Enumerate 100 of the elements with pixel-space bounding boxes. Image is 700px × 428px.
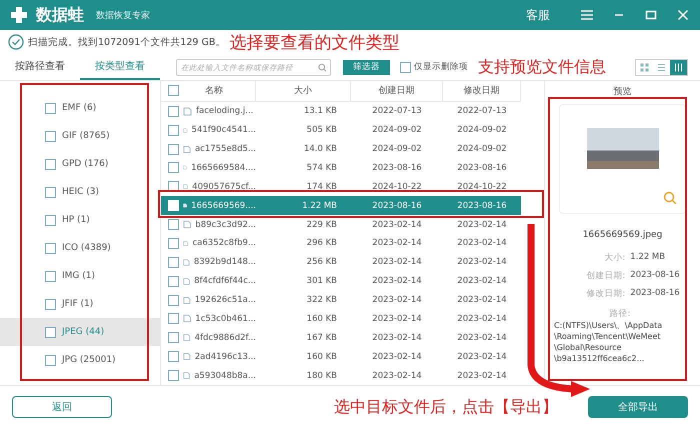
file-size: 322 KB [306,295,337,306]
file-row[interactable]: ac1755e8d5... 14.0 KB 2024-09-02 2024-09-02 [161,140,521,158]
column-header: 名称 [205,84,223,98]
checkbox[interactable] [168,144,179,155]
file-row[interactable]: 541f90c4541... 505 KB 2024-09-02 2024-09-02 [161,120,521,140]
list-view-icon [657,62,666,72]
checkbox[interactable] [45,186,56,198]
app-subtitle: 数据恢复专家 [96,10,151,22]
view-tab[interactable]: 按类型查看 [80,54,160,80]
file-type-item[interactable]: IMG (1) [0,262,160,290]
modified-date: 2023-02-14 [457,295,507,306]
file-row[interactable]: 8f4cfdf6f44c... 301 KB 2023-02-14 2023-02-14 [161,272,521,291]
plus-logo-icon [10,6,28,24]
file-size: 180 KB [306,370,337,381]
file-row[interactable]: 1665669569.... 1.22 MB 2023-08-16 2023-08-16 [161,196,521,216]
file-name: 541f90c4541... [192,125,256,136]
maximize-icon[interactable] [644,8,658,22]
file-row[interactable]: 2ad4196c13... 160 KB 2023-02-14 2023-02-14 [161,347,521,366]
file-row[interactable]: faceloding.j... 13.1 KB 2022-07-13 2022-07-13 [161,102,521,121]
file-type-item[interactable]: EMF (6) [0,94,160,122]
file-type-label: HEIC (3) [62,187,100,197]
file-type-item[interactable]: HP (1) [0,206,160,234]
modified-date: 2023-02-14 [457,238,507,248]
file-name: ac1755e8d5... [194,144,256,154]
checkbox[interactable] [45,326,56,338]
file-name: ca6352c8fb9... [192,238,256,248]
checkbox[interactable] [45,298,56,310]
modified-date: 2024-10-22 [457,182,507,192]
filter-button[interactable]: 筛选器 [343,60,390,74]
file-type-label: EMF (6) [62,103,96,113]
file-row[interactable]: 409057675cf... 174 KB 2024-10-22 2024-10-22 [161,177,521,196]
checkbox[interactable] [168,351,179,362]
modified-date: 2023-02-14 [457,370,507,381]
file-name: 8392b9d148... [194,257,256,268]
file-size: 167 KB [306,332,337,343]
checkbox[interactable] [45,270,56,282]
checkbox[interactable] [400,62,411,72]
checkbox[interactable] [168,124,179,136]
file-type-item[interactable]: GIF (8765) [0,122,160,150]
checkbox[interactable] [168,332,179,344]
file-size: 160 KB [306,352,337,362]
file-row[interactable]: a593048b8a... 180 KB 2023-02-14 2023-02-14 [161,366,521,385]
created-date: 2024-09-02 [372,125,422,136]
file-type-item[interactable]: ICO (4389) [0,234,160,262]
file-type-item[interactable]: JFIF (1) [0,290,160,318]
file-type-label: ICO (4389) [62,243,111,253]
checkbox[interactable] [45,102,56,114]
checkbox[interactable] [45,214,56,226]
checkbox[interactable] [168,294,179,306]
created-date: 2023-02-14 [372,295,422,306]
file-type-item[interactable]: HEIC (3) [0,178,160,206]
customer-service-link[interactable]: 客服 [526,6,550,24]
checkbox[interactable] [168,370,179,382]
columns-view-icon [674,62,683,72]
view-tab[interactable]: 按路径查看 [0,54,80,80]
modified-date: 2023-08-16 [457,162,507,173]
checkbox[interactable] [45,242,56,254]
file-type-label: IMG (1) [62,271,96,281]
checkbox[interactable] [168,238,179,249]
grid-view-icon [640,62,649,72]
column-header: 修改日期 [464,84,500,98]
zoom-icon[interactable] [663,191,677,205]
modified-date: 2024-09-02 [457,144,507,154]
checkbox[interactable] [168,276,179,287]
checkbox[interactable] [168,106,179,117]
file-row[interactable]: 1665669584.... 574 KB 2023-08-16 2023-08-16 [161,158,521,178]
select-all-checkbox[interactable] [168,85,179,96]
file-row[interactable]: b89c3c3d92... 229 KB 2023-02-14 2023-02-14 [161,215,521,234]
file-row[interactable]: ca6352c8fb9... 296 KB 2023-02-14 2023-02-14 [161,234,521,253]
checkbox[interactable] [45,158,56,170]
checkbox[interactable] [168,256,179,268]
file-size: 574 KB [306,162,337,173]
export-all-button[interactable]: 全部导出 [588,396,688,418]
file-type-label: JPEG (44) [62,327,104,337]
file-size: 256 KB [306,257,337,268]
menu-icon[interactable] [580,8,594,22]
file-size: 13.1 KB [304,106,337,116]
checkbox[interactable] [168,219,179,230]
file-type-item[interactable]: GPD (176) [0,150,160,178]
file-name: 1665669584.... [191,162,256,173]
file-row[interactable]: 1c53c0b461... 160 KB 2023-02-14 2023-02-14 [161,310,521,328]
preview-file-name: 1665669569.jpeg [582,230,662,240]
view-mode-button[interactable] [670,60,687,74]
checkbox[interactable] [168,313,179,324]
field-label: 修改日期: [585,288,626,300]
file-row[interactable]: 8392b9d148... 256 KB 2023-02-14 2023-02-14 [161,252,521,272]
created-date: 2022-07-13 [372,106,422,116]
file-row[interactable]: 4fdc9886d2f... 167 KB 2023-02-14 2023-02-14 [161,328,521,348]
back-button[interactable]: 返回 [12,396,112,418]
path-label: 路径: [610,308,630,320]
created-date: 2024-09-02 [372,144,422,154]
annotation-text: 选择要查看的文件类型 [229,32,400,54]
file-size: 296 KB [306,238,337,248]
checkbox[interactable] [45,354,56,366]
checkbox[interactable] [45,130,56,142]
file-type-item[interactable]: JPG (25001) [0,346,160,374]
file-path: C:(NTFS)\Users\、\AppData \Roaming\Tencent\WeMeet \Global\Resource \b9a13512ff6cea6c2... [554,320,662,364]
file-row[interactable]: 192626c51a... 322 KB 2023-02-14 2023-02-14 [161,290,521,310]
checkbox[interactable] [168,162,179,174]
close-icon[interactable] [676,8,690,22]
